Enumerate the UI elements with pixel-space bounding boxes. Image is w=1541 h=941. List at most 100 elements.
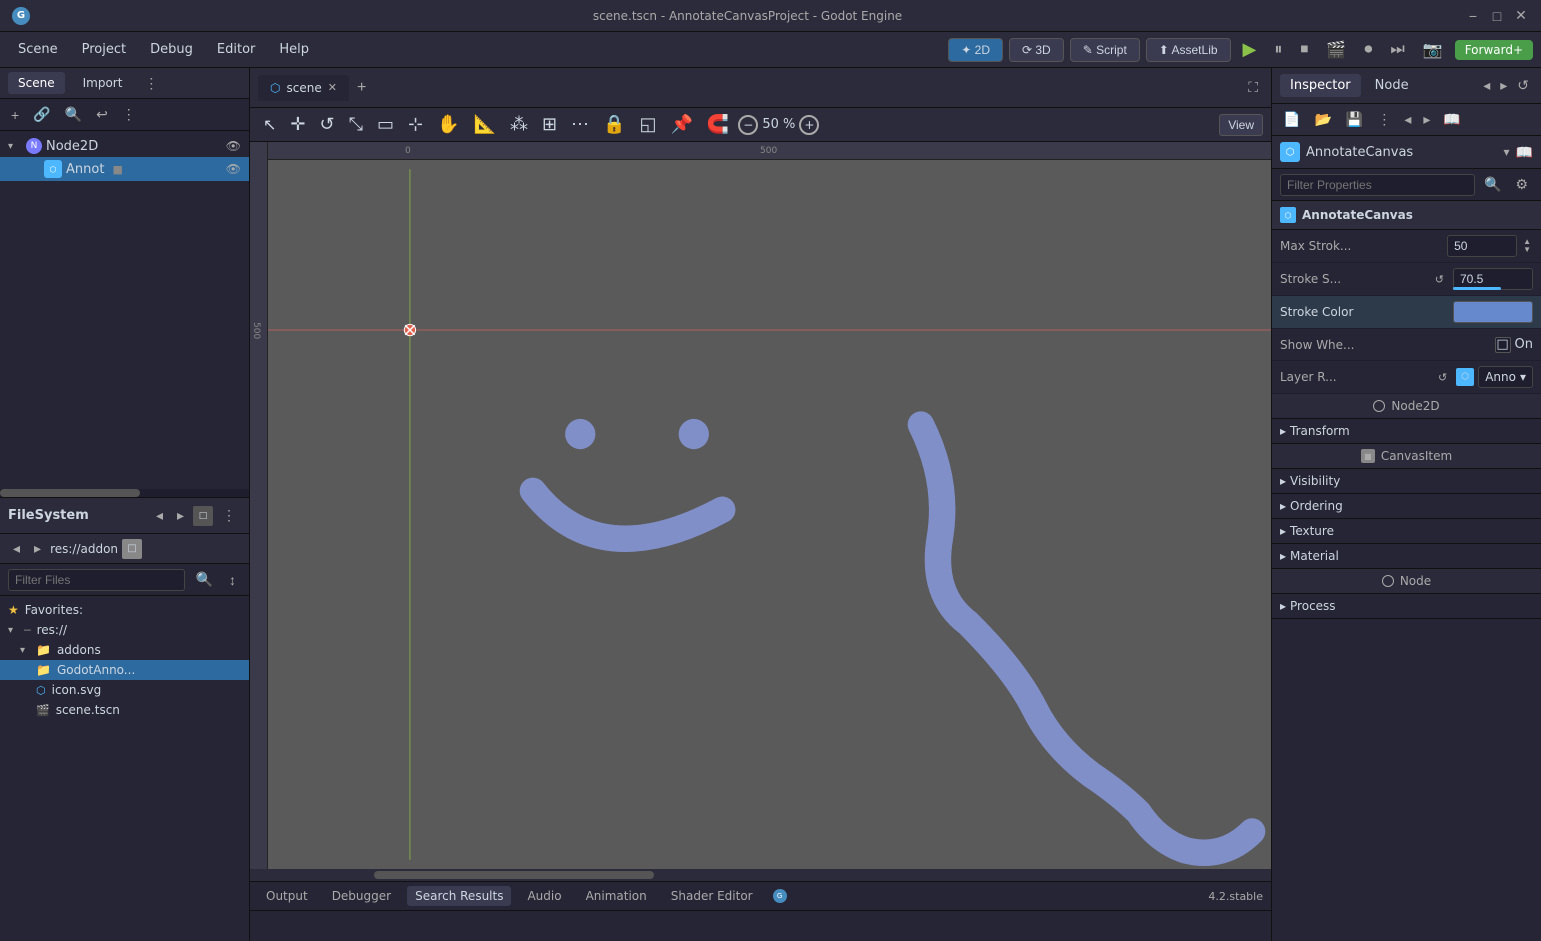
stop-button[interactable]: ⏹ bbox=[1294, 39, 1314, 61]
filter-search-btn[interactable]: 🔍 bbox=[1479, 173, 1506, 196]
grid-tool[interactable]: ⊞ bbox=[537, 112, 562, 137]
close-button[interactable]: ✕ bbox=[1513, 8, 1529, 24]
scene-refresh-btn[interactable]: ↩ bbox=[91, 103, 113, 126]
btn-3d[interactable]: ⟳ 3D bbox=[1009, 38, 1064, 62]
btn-script[interactable]: ✎ Script bbox=[1070, 38, 1140, 62]
insp-hist-forward[interactable]: ▸ bbox=[1419, 109, 1434, 130]
menu-scene[interactable]: Scene bbox=[8, 38, 68, 61]
fs-back-btn[interactable]: ◂ bbox=[151, 504, 168, 527]
fs-filter-input[interactable] bbox=[8, 569, 185, 591]
scene-scrollbar[interactable] bbox=[0, 489, 249, 497]
editor-tab-scene[interactable]: ⬡ scene ✕ bbox=[258, 75, 349, 101]
tab-close-btn[interactable]: ✕ bbox=[328, 81, 337, 94]
bone-tool[interactable]: ⁂ bbox=[505, 112, 533, 137]
fs-item-favorites[interactable]: ★ Favorites: bbox=[0, 600, 249, 620]
rotate-tool[interactable]: ↺ bbox=[315, 112, 340, 137]
insp-file-new[interactable]: 📄 bbox=[1278, 108, 1305, 131]
insp-hist-back[interactable]: ◂ bbox=[1400, 109, 1415, 130]
menu-project[interactable]: Project bbox=[72, 38, 136, 61]
fs-search-btn[interactable]: 🔍 bbox=[191, 568, 218, 591]
collapsible-material[interactable]: ▸ Material bbox=[1272, 544, 1541, 569]
fs-nav-back[interactable]: ◂ bbox=[8, 537, 25, 560]
viewport-scrollbar[interactable] bbox=[250, 869, 1271, 881]
move-tool[interactable]: ✛ bbox=[285, 112, 310, 137]
eye-icon-annot[interactable]: 👁 bbox=[226, 162, 241, 176]
tab-add-btn[interactable]: + bbox=[353, 79, 370, 97]
layer-render-reset[interactable]: ↺ bbox=[1433, 368, 1452, 387]
tab-output[interactable]: Output bbox=[258, 886, 316, 906]
fs-nav-forward[interactable]: ▸ bbox=[29, 537, 46, 560]
tab-inspector[interactable]: Inspector bbox=[1280, 74, 1361, 97]
tab-scene[interactable]: Scene bbox=[8, 72, 65, 94]
stroke-size-reset[interactable]: ↺ bbox=[1430, 270, 1449, 289]
tree-item-annot[interactable]: ⬡ Annot ■ 👁 bbox=[0, 157, 249, 181]
more-tools[interactable]: ⋯ bbox=[566, 112, 594, 137]
insp-back-btn[interactable]: ◂ bbox=[1479, 75, 1494, 96]
tab-audio[interactable]: Audio bbox=[519, 886, 569, 906]
section-annotatecanvas[interactable]: ⬡ AnnotateCanvas bbox=[1272, 201, 1541, 230]
collapsible-ordering[interactable]: ▸ Ordering bbox=[1272, 494, 1541, 519]
filter-settings-btn[interactable]: ⚙ bbox=[1510, 173, 1533, 196]
record-button[interactable]: ⏺ bbox=[1358, 39, 1378, 61]
frame-tool[interactable]: ◱ bbox=[634, 112, 661, 137]
scene-more-btn[interactable]: ⋮ bbox=[117, 103, 141, 126]
fs-item-godotanno[interactable]: 📁 GodotAnno... bbox=[0, 660, 249, 680]
tab-import[interactable]: Import bbox=[73, 72, 133, 94]
section-node[interactable]: Node bbox=[1272, 569, 1541, 594]
hand-tool[interactable]: ✋ bbox=[432, 112, 464, 137]
tab-node[interactable]: Node bbox=[1365, 74, 1419, 97]
pause-button[interactable]: ⏸ bbox=[1268, 39, 1288, 61]
fs-item-res[interactable]: ▾ ─ res:// bbox=[0, 620, 249, 640]
lock-tool[interactable]: 🔒 bbox=[598, 112, 630, 137]
tab-search-results[interactable]: Search Results bbox=[407, 886, 511, 906]
scene-add-btn[interactable]: + bbox=[6, 104, 24, 126]
tab-shader-editor[interactable]: Shader Editor bbox=[663, 886, 761, 906]
frame-button[interactable]: ⏭ bbox=[1384, 39, 1410, 61]
collapsible-texture[interactable]: ▸ Texture bbox=[1272, 519, 1541, 544]
viewport-scrollthumb[interactable] bbox=[374, 871, 654, 879]
insp-file-more[interactable]: ⋮ bbox=[1372, 108, 1396, 131]
fs-sort-btn[interactable]: ↕ bbox=[224, 569, 241, 591]
max-strokes-down[interactable]: ▼ bbox=[1521, 246, 1533, 254]
fs-item-addons[interactable]: ▾ 📁 addons bbox=[0, 640, 249, 660]
scene-search-btn[interactable]: 🔍 bbox=[60, 103, 87, 126]
zoom-out-btn[interactable]: − bbox=[738, 115, 758, 135]
insp-file-save[interactable]: 💾 bbox=[1341, 108, 1368, 131]
eye-icon-node2d[interactable]: 👁 bbox=[226, 139, 241, 153]
tab-animation[interactable]: Animation bbox=[578, 886, 655, 906]
fs-item-scenetscn[interactable]: 🎬 scene.tscn bbox=[0, 700, 249, 720]
menu-help[interactable]: Help bbox=[269, 38, 319, 61]
tree-item-node2d[interactable]: ▾ N Node2D 👁 bbox=[0, 135, 249, 157]
fullscreen-btn[interactable]: ⛶ bbox=[1243, 76, 1263, 99]
run-button[interactable]: ▶ bbox=[1237, 37, 1263, 62]
snap-tool[interactable]: 🧲 bbox=[702, 112, 734, 137]
scene-menu-btn[interactable]: ⋮ bbox=[140, 73, 162, 94]
maximize-button[interactable]: □ bbox=[1489, 8, 1505, 24]
btn-2d[interactable]: ✦ 2D bbox=[948, 38, 1003, 62]
layer-render-dropdown[interactable]: Anno ▾ bbox=[1478, 366, 1533, 388]
section-canvasitem[interactable]: ■ CanvasItem bbox=[1272, 444, 1541, 469]
select-tool[interactable]: ↖ bbox=[258, 113, 281, 137]
forward-badge[interactable]: Forward+ bbox=[1455, 40, 1533, 60]
viewport[interactable]: 0 500 500 bbox=[250, 142, 1271, 869]
tab-debugger[interactable]: Debugger bbox=[324, 886, 399, 906]
insp-docs-btn[interactable]: 📖 bbox=[1438, 108, 1465, 131]
insp-refresh-btn[interactable]: ↺ bbox=[1513, 75, 1533, 96]
scene-scrollthumb[interactable] bbox=[0, 489, 140, 497]
section-node2d[interactable]: Node2D bbox=[1272, 394, 1541, 419]
pin-tool[interactable]: 📌 bbox=[665, 112, 697, 137]
btn-assetlib[interactable]: ⬆ AssetLib bbox=[1146, 38, 1231, 62]
insp-file-open[interactable]: 📂 bbox=[1309, 108, 1336, 131]
fs-item-iconsvg[interactable]: ⬡ icon.svg bbox=[0, 680, 249, 700]
menu-editor[interactable]: Editor bbox=[207, 38, 265, 61]
collapsible-visibility[interactable]: ▸ Visibility bbox=[1272, 469, 1541, 494]
zoom-in-btn[interactable]: + bbox=[799, 115, 819, 135]
menu-debug[interactable]: Debug bbox=[140, 38, 203, 61]
camera-button[interactable]: 📷 bbox=[1417, 38, 1449, 62]
node-docs-btn[interactable]: 📖 bbox=[1516, 144, 1533, 161]
stroke-color-swatch[interactable] bbox=[1453, 301, 1533, 323]
scene-link-btn[interactable]: 🔗 bbox=[28, 103, 55, 126]
rect-tool[interactable]: ▭ bbox=[372, 112, 399, 137]
max-strokes-input[interactable] bbox=[1447, 235, 1517, 257]
view-btn[interactable]: View bbox=[1219, 114, 1263, 136]
